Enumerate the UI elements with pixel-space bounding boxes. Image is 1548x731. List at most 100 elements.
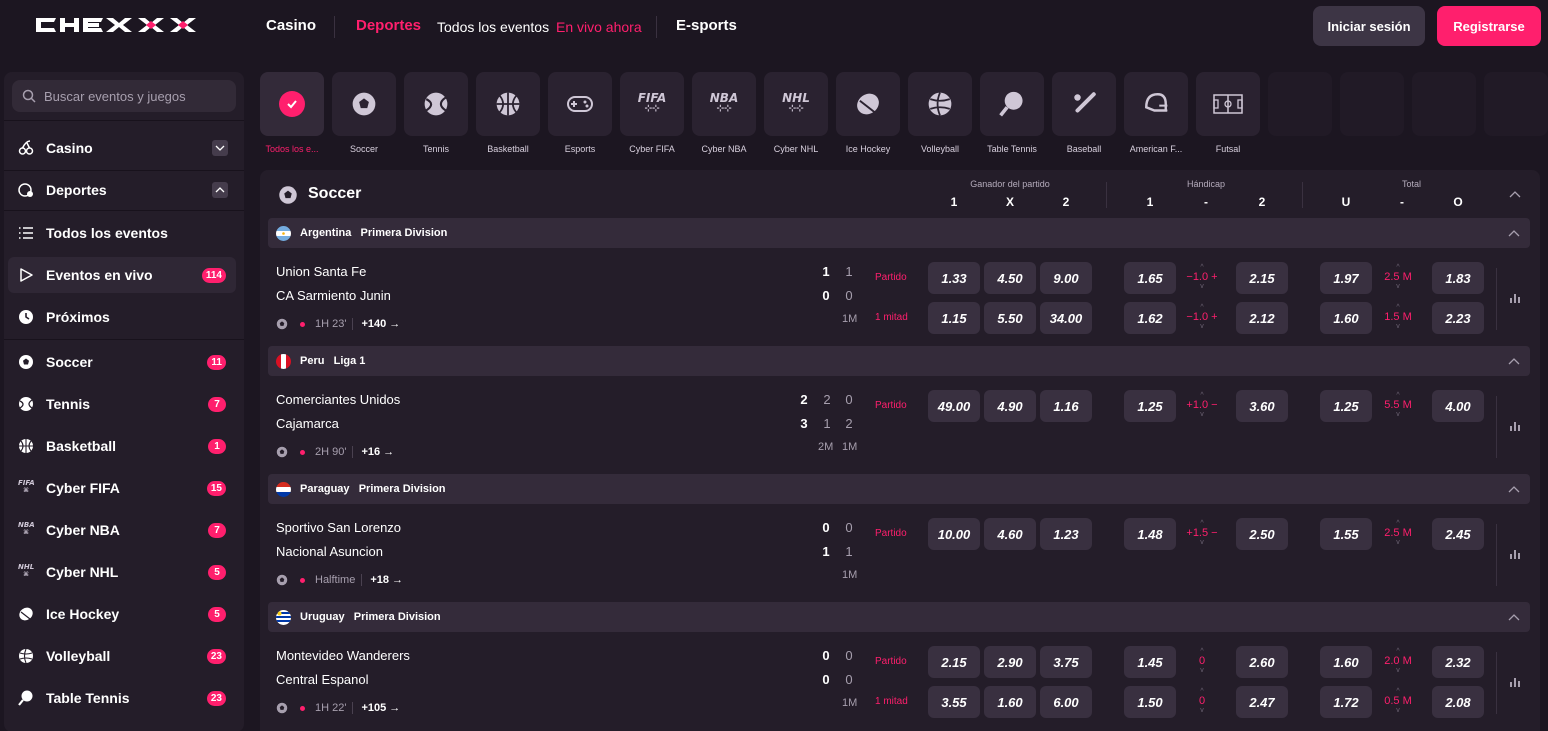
match-row[interactable]: Montevideo Wanderers Central Espanol 0 0… [268, 636, 1530, 728]
odd-button[interactable]: 1.60 [1320, 302, 1372, 334]
league-header-paraguay[interactable]: Paraguay Primera Division [268, 474, 1530, 504]
odd-button[interactable]: 3.75 [1040, 646, 1092, 678]
odd-button[interactable]: 5.50 [984, 302, 1036, 334]
sidebar-item-todos-eventos[interactable]: Todos los eventos [8, 215, 236, 251]
match-row[interactable]: Union Santa Fe CA Sarmiento Junin 1 1 0 … [268, 252, 1530, 344]
chevron-up-icon[interactable] [1508, 485, 1520, 493]
sidebar-item-deportes[interactable]: Deportes [8, 172, 236, 208]
chevron-up-icon[interactable] [1509, 190, 1521, 198]
odd-button[interactable]: 2.12 [1236, 302, 1288, 334]
nav-en-vivo[interactable]: En vivo ahora [556, 19, 642, 35]
odd-button[interactable]: 2.08 [1432, 686, 1484, 718]
nav-todos-eventos[interactable]: Todos los eventos [437, 19, 549, 35]
stats-icon[interactable] [1509, 290, 1523, 304]
match-row[interactable]: Comerciantes Unidos Cajamarca 2 2 0 3 1 … [268, 380, 1530, 472]
match-row[interactable]: Sportivo San Lorenzo Nacional Asuncion 0… [268, 508, 1530, 600]
sport-tile-soccer[interactable]: Soccer [332, 72, 396, 154]
odd-button[interactable]: 2.90 [984, 646, 1036, 678]
odd-button[interactable]: 1.97 [1320, 262, 1372, 294]
away-team[interactable]: Cajamarca [276, 416, 339, 431]
odd-button[interactable]: 1.16 [1040, 390, 1092, 422]
home-team[interactable]: Union Santa Fe [276, 264, 366, 279]
odd-button[interactable]: 1.62 [1124, 302, 1176, 334]
sport-tile-basketball[interactable]: Basketball [476, 72, 540, 154]
sport-tile-button[interactable]: NHL ⊹⊹ [764, 72, 828, 136]
chevron-up-icon[interactable] [212, 182, 228, 198]
sport-tile-button[interactable] [548, 72, 612, 136]
odd-button[interactable]: 2.50 [1236, 518, 1288, 550]
odd-button[interactable]: 1.25 [1320, 390, 1372, 422]
away-team[interactable]: CA Sarmiento Junin [276, 288, 391, 303]
sidebar-item-tennis[interactable]: Tennis 7 [8, 386, 236, 422]
odd-button[interactable]: 1.23 [1040, 518, 1092, 550]
odd-button[interactable]: 2.32 [1432, 646, 1484, 678]
sidebar-item-soccer[interactable]: Soccer 11 [8, 344, 236, 380]
odd-button[interactable]: 4.00 [1432, 390, 1484, 422]
sidebar-item-ice-hockey[interactable]: Ice Hockey 5 [8, 596, 236, 632]
more-markets-link[interactable]: +18 → [361, 574, 403, 586]
odd-button[interactable]: 1.55 [1320, 518, 1372, 550]
total-line[interactable]: ^ 1.5 Mv [1376, 304, 1420, 330]
sport-tile-american-football[interactable]: American F... [1124, 72, 1188, 154]
odd-button[interactable]: 6.00 [1040, 686, 1092, 718]
odd-button[interactable]: 2.15 [928, 646, 980, 678]
away-team[interactable]: Nacional Asuncion [276, 544, 383, 559]
sport-tile-todos[interactable]: Todos los e... [260, 72, 324, 154]
sport-tile-volleyball[interactable]: Volleyball [908, 72, 972, 154]
odd-button[interactable]: 49.00 [928, 390, 980, 422]
nav-esports[interactable]: E-sports [676, 17, 737, 34]
odd-button[interactable]: 2.47 [1236, 686, 1288, 718]
sidebar-item-table-tennis[interactable]: Table Tennis 23 [8, 680, 236, 716]
sport-tile-button[interactable] [404, 72, 468, 136]
odd-button[interactable]: 1.15 [928, 302, 980, 334]
odd-button[interactable]: 4.60 [984, 518, 1036, 550]
odd-button[interactable]: 1.45 [1124, 646, 1176, 678]
register-button[interactable]: Registrarse [1437, 6, 1541, 46]
odd-button[interactable]: 2.60 [1236, 646, 1288, 678]
sidebar-item-eventos-en-vivo[interactable]: Eventos en vivo 114 [8, 257, 236, 293]
sport-tile-button[interactable]: NBA ⊹⊹ [692, 72, 756, 136]
chevron-down-icon[interactable] [212, 140, 228, 156]
away-team[interactable]: Central Espanol [276, 672, 369, 687]
handicap-line[interactable]: ^ 0 v [1180, 688, 1224, 714]
sport-tile-button[interactable] [476, 72, 540, 136]
odd-button[interactable]: 9.00 [1040, 262, 1092, 294]
odd-button[interactable]: 4.50 [984, 262, 1036, 294]
sidebar-item-basketball[interactable]: Basketball 1 [8, 428, 236, 464]
stats-icon[interactable] [1509, 546, 1523, 560]
sidebar-item-volleyball[interactable]: Volleyball 23 [8, 638, 236, 674]
sport-tile-button[interactable] [908, 72, 972, 136]
chevron-up-icon[interactable] [1508, 229, 1520, 237]
search-input[interactable]: Buscar eventos y juegos [12, 80, 236, 112]
odd-button[interactable]: 1.65 [1124, 262, 1176, 294]
home-team[interactable]: Sportivo San Lorenzo [276, 520, 401, 535]
stats-icon[interactable] [1509, 418, 1523, 432]
more-markets-link[interactable]: +140 → [352, 318, 400, 330]
more-markets-link[interactable]: +16 → [352, 446, 394, 458]
sport-tile-button[interactable] [980, 72, 1044, 136]
sport-tile-cyber-nba[interactable]: NBA ⊹⊹ Cyber NBA [692, 72, 756, 154]
home-team[interactable]: Montevideo Wanderers [276, 648, 410, 663]
sidebar-item-casino[interactable]: Casino [8, 130, 236, 166]
nav-deportes[interactable]: Deportes [356, 17, 421, 34]
total-line[interactable]: ^ 5.5 Mv [1376, 392, 1420, 418]
sport-tile-baseball[interactable]: Baseball [1052, 72, 1116, 154]
odd-button[interactable]: 1.83 [1432, 262, 1484, 294]
odd-button[interactable]: 1.72 [1320, 686, 1372, 718]
total-line[interactable]: ^ 0.5 Mv [1376, 688, 1420, 714]
league-header-argentina[interactable]: Argentina Primera Division [268, 218, 1530, 248]
sport-tile-button[interactable] [332, 72, 396, 136]
handicap-line[interactable]: ^ −1.0 + v [1180, 304, 1224, 330]
league-header-uruguay[interactable]: Uruguay Primera Division [268, 602, 1530, 632]
sport-tile-button[interactable] [1196, 72, 1260, 136]
sidebar-item-proximos[interactable]: Próximos [8, 299, 236, 335]
odd-button[interactable]: 1.25 [1124, 390, 1176, 422]
sport-tile-cyber-fifa[interactable]: FIFA ⊹⊹ Cyber FIFA [620, 72, 684, 154]
odd-button[interactable]: 3.55 [928, 686, 980, 718]
chexxx-logo[interactable] [34, 14, 214, 36]
handicap-line[interactable]: ^ +1.5 − v [1180, 520, 1224, 546]
league-header-peru[interactable]: Peru Liga 1 [268, 346, 1530, 376]
odd-button[interactable]: 1.33 [928, 262, 980, 294]
sport-tile-button[interactable] [260, 72, 324, 136]
sport-tile-cyber-nhl[interactable]: NHL ⊹⊹ Cyber NHL [764, 72, 828, 154]
